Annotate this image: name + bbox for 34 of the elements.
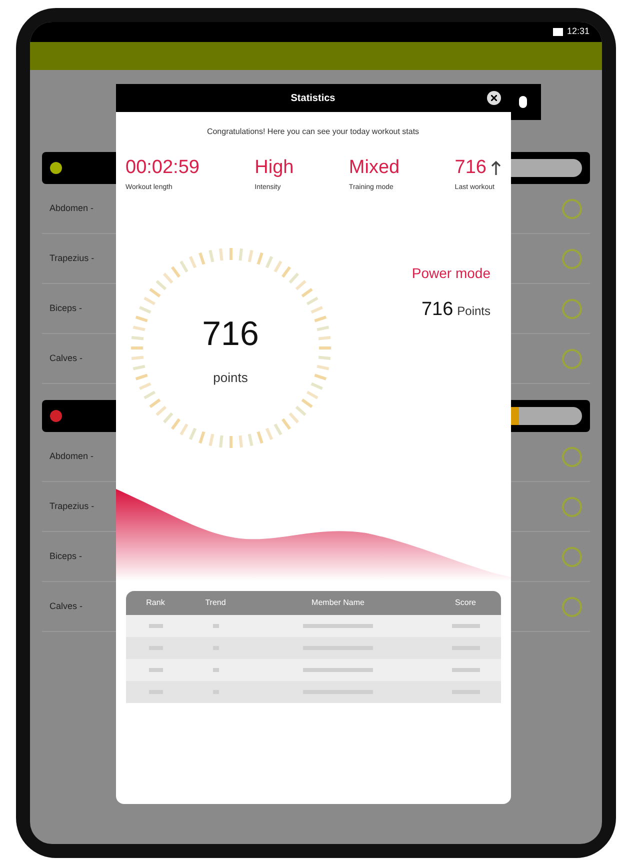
mode-points-unit: Points [457,303,490,320]
mode-points-value: 716 [421,298,454,322]
dialog-title: Statistics [290,92,336,106]
gauge-unit: points [213,368,248,387]
blurred-text [452,624,480,628]
status-time: 12:31 [566,25,590,38]
blurred-text [303,668,373,672]
dialog-subtitle: Congratulations! Here you can see your today workout stats [206,126,420,138]
muscle-label: Calves - [50,600,83,613]
muscle-label: Trapezius - [50,252,94,265]
blurred-text [148,668,162,672]
gauge-value: 716 [202,314,259,355]
stat-value: High [254,156,294,180]
blurred-text [212,668,218,672]
blurred-text [212,624,218,628]
column-header: Member Name [310,597,366,609]
stat-value: 716 [454,156,486,180]
muscle-label: Abdomen - [50,202,94,215]
muscle-label: Calves - [50,352,83,365]
column-header: Score [454,597,477,609]
mode-title: Power mode [412,264,490,283]
column-header: Trend [204,597,227,609]
muscle-label: Biceps - [50,550,82,563]
blurred-text [303,624,373,628]
muscle-label: Trapezius - [50,500,94,513]
muscle-label: Abdomen - [50,450,94,463]
stat-value: 00:02:59 [126,156,200,180]
blurred-text [148,624,162,628]
stat-value: Mixed [348,156,400,180]
column-header: Rank [145,597,166,609]
close-icon [490,95,496,101]
blurred-text [452,668,480,672]
muscle-label: Biceps - [50,302,82,315]
close-button[interactable] [486,91,500,105]
